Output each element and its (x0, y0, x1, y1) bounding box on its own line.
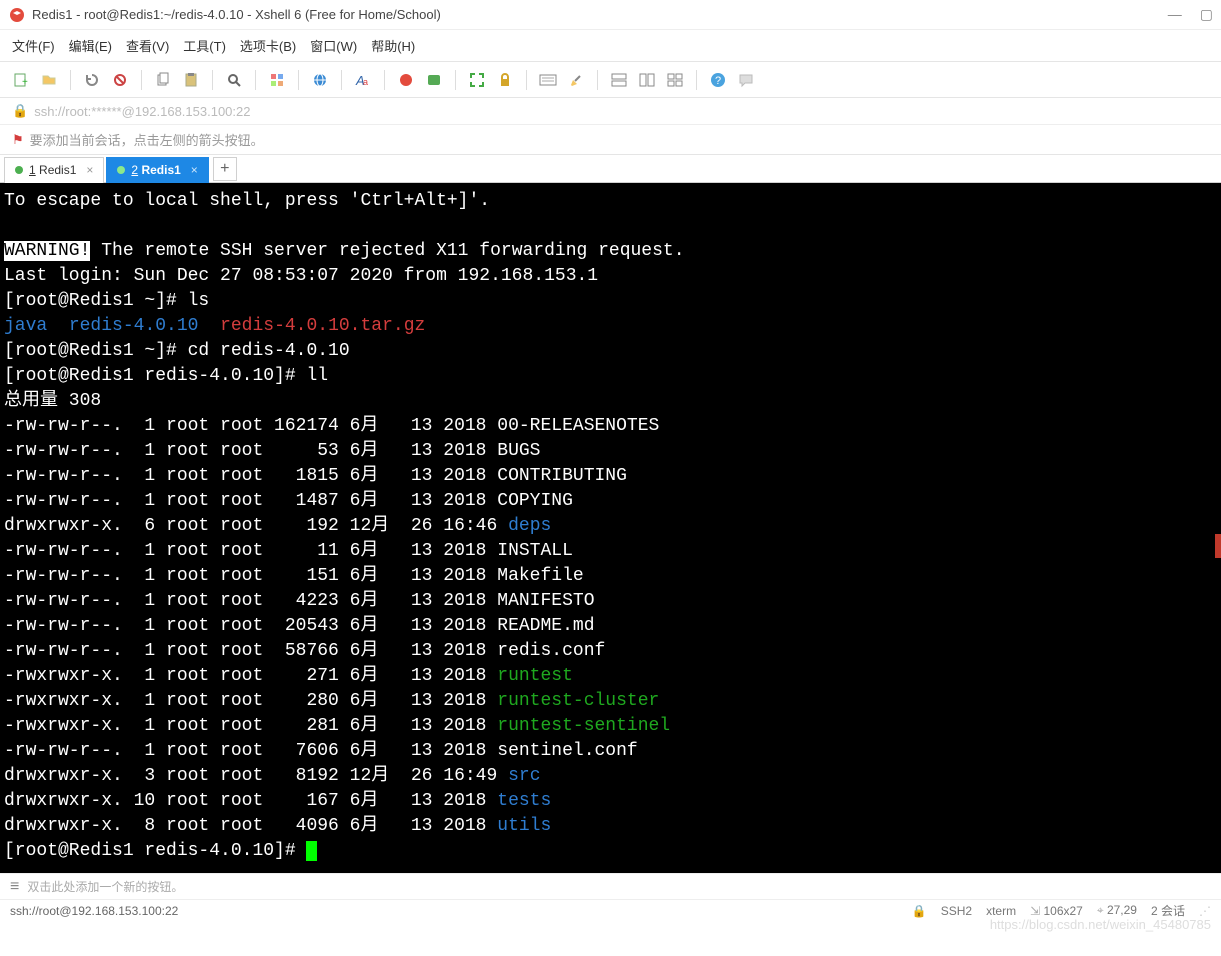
fullscreen-icon[interactable] (466, 69, 488, 91)
menu-view[interactable]: 查看(V) (126, 36, 169, 55)
tile-grid-icon[interactable] (664, 69, 686, 91)
status-term: xterm (986, 904, 1016, 918)
xftp-icon[interactable] (423, 69, 445, 91)
status-cursor: ⌖ 27,29 (1097, 903, 1137, 918)
hintbar: ⚑ 要添加当前会话，点击左侧的箭头按钮。 (0, 125, 1221, 155)
window-title: Redis1 - root@Redis1:~/redis-4.0.10 - Xs… (32, 7, 1168, 22)
comment-icon[interactable] (735, 69, 757, 91)
open-session-icon[interactable] (38, 69, 60, 91)
toolbar: + Aa ? (0, 62, 1221, 98)
ssh-lock-icon: 🔒 (912, 904, 927, 918)
status-left: ssh://root@192.168.153.100:22 (10, 904, 178, 918)
addressbar: 🔒 ssh://root:******@192.168.153.100:22 (0, 98, 1221, 125)
flag-icon: ⚑ (12, 132, 24, 148)
statusbar: ssh://root@192.168.153.100:22 🔒 SSH2 xte… (0, 899, 1221, 921)
lock-icon[interactable] (494, 69, 516, 91)
new-session-icon[interactable]: + (10, 69, 32, 91)
menu-help[interactable]: 帮助(H) (371, 36, 415, 55)
disconnect-icon[interactable] (109, 69, 131, 91)
lock-small-icon: 🔒 (12, 103, 28, 119)
maximize-button[interactable]: ▢ (1200, 6, 1213, 23)
app-logo-icon (8, 6, 26, 24)
hint-text: 要添加当前会话，点击左侧的箭头按钮。 (30, 130, 264, 149)
tile-vertical-icon[interactable] (636, 69, 658, 91)
globe-icon[interactable] (309, 69, 331, 91)
session-tabs: 1 Redis1 × 2 Redis1 × + (0, 155, 1221, 183)
close-tab-icon[interactable]: × (86, 163, 93, 177)
titlebar: Redis1 - root@Redis1:~/redis-4.0.10 - Xs… (0, 0, 1221, 30)
paste-icon[interactable] (180, 69, 202, 91)
tile-horizontal-icon[interactable] (608, 69, 630, 91)
status-ssh: SSH2 (941, 904, 972, 918)
minimize-button[interactable]: ― (1168, 6, 1182, 23)
add-tab-button[interactable]: + (213, 157, 237, 181)
highlight-icon[interactable] (565, 69, 587, 91)
menubar: 文件(F) 编辑(E) 查看(V) 工具(T) 选项卡(B) 窗口(W) 帮助(… (0, 30, 1221, 62)
status-sessions: 2 会话 (1151, 902, 1185, 919)
close-tab-icon[interactable]: × (191, 163, 198, 177)
terminal[interactable]: To escape to local shell, press 'Ctrl+Al… (0, 183, 1221, 873)
quickbar-hint: 双击此处添加一个新的按钮。 (27, 878, 183, 895)
help-icon[interactable]: ? (707, 69, 729, 91)
quickbar[interactable]: ≡ 双击此处添加一个新的按钮。 (0, 873, 1221, 899)
search-icon[interactable] (223, 69, 245, 91)
reconnect-icon[interactable] (81, 69, 103, 91)
svg-text:?: ? (715, 75, 721, 87)
keyboard-icon[interactable] (537, 69, 559, 91)
tab-redis1-2[interactable]: 2 Redis1 × (106, 157, 208, 183)
menu-edit[interactable]: 编辑(E) (69, 36, 112, 55)
menu-icon[interactable]: ≡ (10, 878, 19, 896)
menu-tabs[interactable]: 选项卡(B) (240, 36, 296, 55)
status-dot-icon (15, 166, 23, 174)
menu-window[interactable]: 窗口(W) (310, 36, 357, 55)
menu-tools[interactable]: 工具(T) (183, 36, 226, 55)
copy-icon[interactable] (152, 69, 174, 91)
xshell-icon[interactable] (395, 69, 417, 91)
properties-icon[interactable] (266, 69, 288, 91)
status-size: ⇲ 106x27 (1030, 904, 1083, 918)
svg-text:+: + (22, 77, 28, 88)
menu-file[interactable]: 文件(F) (12, 36, 55, 55)
tab-redis1-1[interactable]: 1 Redis1 × (4, 157, 104, 183)
status-dot-icon (117, 166, 125, 174)
svg-text:a: a (363, 77, 368, 87)
address-url[interactable]: ssh://root:******@192.168.153.100:22 (34, 104, 250, 119)
grip-icon[interactable]: ⋰ (1199, 904, 1211, 918)
font-icon[interactable]: Aa (352, 69, 374, 91)
scroll-marker (1215, 534, 1221, 558)
